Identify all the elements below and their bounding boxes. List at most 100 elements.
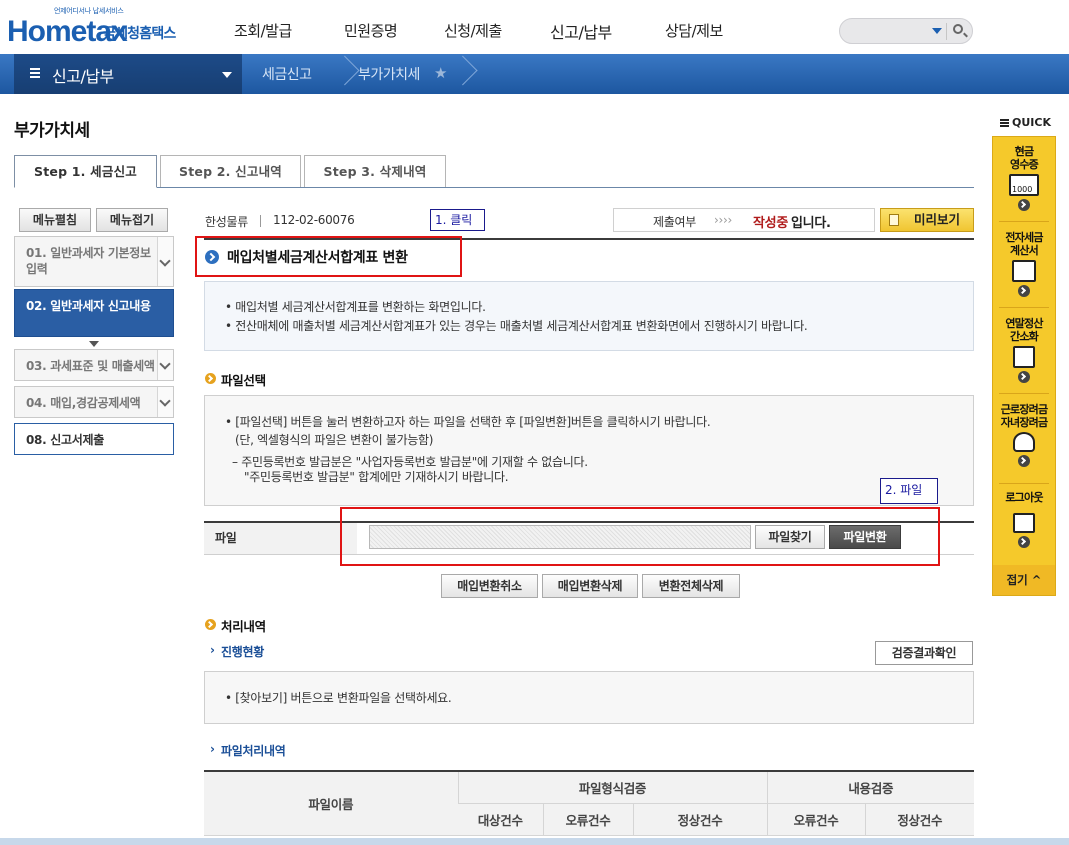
left-menu-item-02[interactable]: 02. 일반과세자 신고내용 xyxy=(14,289,174,337)
breadcrumb-vat[interactable]: 부가가치세 xyxy=(358,64,420,84)
info-box: • 매입처별 세금계산서합계표를 변환하는 화면입니다. • 전산매체에 매출처… xyxy=(204,281,974,351)
chevron-down-icon[interactable] xyxy=(157,387,173,417)
submit-status-label: 제출여부 xyxy=(653,215,696,229)
menu-collapse-button[interactable]: 메뉴접기 xyxy=(96,208,168,232)
preview-label: 미리보기 xyxy=(913,212,960,227)
info-line-1: • 매입처별 세금계산서합계표를 변환하는 화면입니다. xyxy=(225,300,486,314)
chevron-down-icon xyxy=(222,72,232,78)
file-label: 파일 xyxy=(215,531,237,545)
nav-menu-dropdown[interactable]: 신고/납부 xyxy=(14,54,242,94)
business-number: 112-02-60076 xyxy=(273,213,355,227)
left-menu-item-03[interactable]: 03. 과세표준 및 매출세액 xyxy=(14,349,174,381)
guide-line-4: "주민등록번호 발급분" 합계에만 기재하시기 바랍니다. xyxy=(244,470,509,484)
menu-expand-button[interactable]: 메뉴펼침 xyxy=(19,208,91,232)
guide-line-1: • [파일선택] 버튼을 눌러 변환하고자 하는 파일을 선택한 후 [파일변환… xyxy=(225,415,711,429)
cancel-purchase-convert-button[interactable]: 매입변환취소 xyxy=(441,574,538,598)
guide-line-2: (단, 엑셀형식의 파일은 변환이 불가능함) xyxy=(235,433,434,447)
search-input[interactable] xyxy=(839,18,973,44)
col-file-name: 파일이름 xyxy=(204,770,458,836)
menu-down-arrow-icon xyxy=(89,341,99,347)
processing-heading: 처리내역 xyxy=(221,619,266,634)
quick-divider xyxy=(999,393,1049,394)
gnb-consult[interactable]: 상담/제보 xyxy=(665,20,723,41)
quick-menu: 현금 영수증 1000 전자세금 계산서 연말정산 간소화 근로장려금 자녀장려… xyxy=(992,136,1056,596)
quick-item-label: 로그아웃 xyxy=(1005,491,1043,504)
breadcrumb-tax-report[interactable]: 세금신고 xyxy=(262,64,312,84)
left-menu-item-01[interactable]: 01. 일반과세자 기본정보 입력 xyxy=(14,236,174,287)
hamburger-icon xyxy=(1000,119,1009,121)
quick-menu-label: QUICK xyxy=(1000,116,1051,129)
checklist-icon xyxy=(1013,346,1035,368)
gnb-certificates[interactable]: 민원증명 xyxy=(344,20,398,41)
chevron-right-icon: › xyxy=(210,643,215,657)
go-icon xyxy=(1018,285,1030,297)
heading-bullet-icon xyxy=(205,373,216,384)
col-group-content: 내용검증 xyxy=(766,770,974,804)
company-name: 한성물류 xyxy=(205,215,248,229)
annotation-highlight-title xyxy=(195,236,462,277)
quick-year-end-settlement[interactable]: 연말정산 간소화 xyxy=(993,317,1055,383)
gnb-inquiry[interactable]: 조회/발급 xyxy=(234,20,292,41)
quick-item-label: 현금 영수증 xyxy=(1010,145,1039,171)
chevron-down-icon[interactable] xyxy=(932,28,942,34)
info-line-2: • 전산매체에 매출처별 세금계산서합계표가 있는 경우는 매출처별 세금계산서… xyxy=(225,319,808,333)
status-suffix: 입니다. xyxy=(791,216,831,231)
tab-step2[interactable]: Step 2. 신고내역 xyxy=(160,155,301,188)
quick-divider xyxy=(999,483,1049,484)
col-target-count: 대상건수 xyxy=(458,803,543,836)
delete-all-convert-button[interactable]: 변환전체삭제 xyxy=(642,574,740,598)
submit-status-box: 제출여부 ›››› 작성중 입니다. xyxy=(613,208,875,232)
progress-heading: 진행현황 xyxy=(221,645,264,659)
left-menu-label: 08. 신고서제출 xyxy=(26,433,104,447)
annotation-file: 2. 파일 xyxy=(880,478,938,504)
gnb-apply[interactable]: 신청/제출 xyxy=(444,20,502,41)
tab-step3[interactable]: Step 3. 삭제내역 xyxy=(304,155,446,188)
delete-purchase-convert-button[interactable]: 매입변환삭제 xyxy=(542,574,638,598)
quick-item-label: 전자세금 계산서 xyxy=(1005,231,1043,257)
col-error-count: 오류건수 xyxy=(542,803,633,836)
verify-result-button[interactable]: 검증결과확인 xyxy=(875,641,973,665)
left-menu-item-04[interactable]: 04. 매입,경감공제세액 xyxy=(14,386,174,418)
quick-earned-income-credit[interactable]: 근로장려금 자녀장려금 xyxy=(993,403,1055,467)
chevron-right-icon: › xyxy=(210,742,215,756)
chevron-down-icon[interactable] xyxy=(157,237,173,286)
gnb-report-pay[interactable]: 신고/납부 xyxy=(550,19,612,43)
bottom-strip xyxy=(0,838,1069,845)
quick-item-label: 근로장려금 자녀장려금 xyxy=(1000,403,1048,429)
preview-button[interactable]: 미리보기 xyxy=(880,208,974,232)
quick-divider xyxy=(999,221,1049,222)
progress-box: • [찾아보기] 버튼으로 변환파일을 선택하세요. xyxy=(204,671,974,724)
quick-logout[interactable]: 로그아웃 xyxy=(993,491,1055,548)
tab-step1[interactable]: Step 1. 세금신고 xyxy=(14,155,157,188)
hamburger-icon xyxy=(30,68,40,70)
lock-icon xyxy=(1013,513,1035,533)
go-icon xyxy=(1018,536,1030,548)
quick-close-button[interactable]: 접기 ^ xyxy=(993,565,1055,595)
favorite-star-icon[interactable]: ★ xyxy=(434,64,447,82)
left-menu-label: 03. 과세표준 및 매출세액 xyxy=(26,359,154,373)
quick-e-tax-invoice[interactable]: 전자세금 계산서 xyxy=(993,231,1055,297)
logo-korean-name[interactable]: 국세청홈택스 xyxy=(103,23,176,43)
status-in-progress: 작성중 xyxy=(753,216,788,231)
search-icon[interactable] xyxy=(953,24,963,34)
col-content-normal-count: 정상건수 xyxy=(864,803,974,836)
go-icon xyxy=(1018,455,1030,467)
breadcrumb-separator-icon xyxy=(330,54,350,94)
go-icon xyxy=(1018,371,1030,383)
annotation-click: 1. 클릭 xyxy=(430,209,485,231)
go-icon xyxy=(1018,199,1030,211)
annotation-highlight-file xyxy=(340,507,940,566)
quick-item-label: 연말정산 간소화 xyxy=(1005,317,1043,343)
divider xyxy=(260,215,261,227)
col-group-format: 파일형식검증 xyxy=(457,770,767,804)
quick-cash-receipt[interactable]: 현금 영수증 1000 xyxy=(993,145,1055,211)
progress-message: • [찾아보기] 버튼으로 변환파일을 선택하세요. xyxy=(225,691,452,705)
file-select-heading: 파일선택 xyxy=(221,373,266,388)
left-menu-label: 02. 일반과세자 신고내용 xyxy=(26,299,151,313)
left-menu-item-08[interactable]: 08. 신고서제출 xyxy=(14,423,174,455)
nav-menu-label: 신고/납부 xyxy=(52,67,114,86)
breadcrumb-bar: 신고/납부 세금신고 부가가치세 ★ xyxy=(0,54,1069,94)
tab-underline xyxy=(14,187,974,188)
chevron-down-icon[interactable] xyxy=(157,350,173,380)
cash-receipt-icon: 1000 xyxy=(1009,174,1039,196)
